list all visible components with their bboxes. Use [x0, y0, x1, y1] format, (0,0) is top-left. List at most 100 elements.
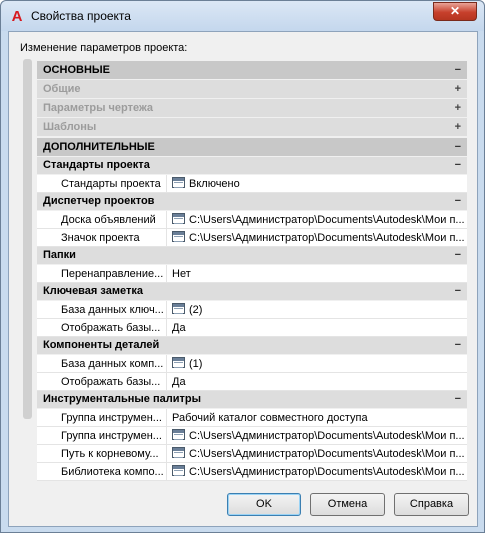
- vertical-scrollbar[interactable]: [23, 59, 32, 419]
- title-bar[interactable]: A Свойства проекта ✕: [1, 1, 484, 31]
- property-name: Отображать базы...: [37, 373, 167, 391]
- autocad-logo-icon: A: [11, 8, 23, 25]
- property-row[interactable]: Путь к корневому... C:\Users\Администрат…: [37, 445, 467, 463]
- collapse-icon[interactable]: −: [455, 61, 461, 79]
- property-value[interactable]: C:\Users\Администратор\Documents\Autodes…: [167, 463, 467, 481]
- close-button[interactable]: ✕: [433, 2, 477, 21]
- property-row[interactable]: Группа инструмен... Рабочий каталог совм…: [37, 409, 467, 427]
- group-project-manager[interactable]: Диспетчер проектов −: [37, 193, 467, 210]
- ok-button[interactable]: OK: [227, 493, 301, 516]
- section-templates-label: Шаблоны: [43, 121, 97, 133]
- dialog-body: Изменение параметров проекта: ОСНОВНЫЕ −…: [8, 31, 478, 527]
- property-row[interactable]: База данных ключ... (2): [37, 301, 467, 319]
- property-value[interactable]: C:\Users\Администратор\Documents\Autodes…: [167, 445, 467, 463]
- section-drawing-label: Параметры чертежа: [43, 102, 154, 114]
- property-value[interactable]: (2): [167, 301, 467, 319]
- property-value-text: C:\Users\Администратор\Documents\Autodes…: [189, 466, 465, 478]
- property-value[interactable]: C:\Users\Администратор\Documents\Autodes…: [167, 211, 467, 229]
- collapse-icon[interactable]: −: [455, 247, 461, 264]
- table-icon: [172, 357, 185, 368]
- property-value[interactable]: Включено: [167, 175, 467, 193]
- group-folders[interactable]: Папки −: [37, 247, 467, 264]
- property-list: ОСНОВНЫЕ − Общие + Параметры чертежа + Ш…: [37, 61, 467, 481]
- property-name: Доска объявлений: [37, 211, 167, 229]
- section-advanced[interactable]: ДОПОЛНИТЕЛЬНЫЕ −: [37, 138, 467, 156]
- property-row[interactable]: Доска объявлений C:\Users\Администратор\…: [37, 211, 467, 229]
- property-name: Значок проекта: [37, 229, 167, 247]
- property-value[interactable]: C:\Users\Администратор\Documents\Autodes…: [167, 427, 467, 445]
- group-label: Папки: [43, 249, 76, 261]
- group-label: Инструментальные палитры: [43, 393, 201, 405]
- property-value[interactable]: Нет: [167, 265, 467, 283]
- table-icon: [172, 213, 185, 224]
- group-label: Ключевая заметка: [43, 285, 143, 297]
- section-basic-label: ОСНОВНЫЕ: [43, 64, 110, 76]
- property-value-text: C:\Users\Администратор\Documents\Autodes…: [189, 430, 465, 442]
- section-general[interactable]: Общие +: [37, 80, 467, 98]
- property-name: Группа инструмен...: [37, 427, 167, 445]
- project-properties-dialog: A Свойства проекта ✕ Изменение параметро…: [0, 0, 485, 533]
- property-name: Библиотека компо...: [37, 463, 167, 481]
- property-value-text: C:\Users\Администратор\Documents\Autodes…: [189, 448, 465, 460]
- property-value-text: Да: [172, 322, 186, 334]
- expand-icon[interactable]: +: [455, 118, 461, 136]
- group-tool-palettes[interactable]: Инструментальные палитры −: [37, 391, 467, 408]
- table-icon: [172, 465, 185, 476]
- section-drawing[interactable]: Параметры чертежа +: [37, 99, 467, 117]
- section-general-label: Общие: [43, 83, 81, 95]
- property-row[interactable]: Библиотека компо... C:\Users\Администрат…: [37, 463, 467, 481]
- collapse-icon[interactable]: −: [455, 283, 461, 300]
- property-row[interactable]: Отображать базы... Да: [37, 319, 467, 337]
- property-name: База данных комп...: [37, 355, 167, 373]
- property-row[interactable]: Перенаправление... Нет: [37, 265, 467, 283]
- section-templates[interactable]: Шаблоны +: [37, 118, 467, 136]
- property-name: Отображать базы...: [37, 319, 167, 337]
- table-icon: [172, 231, 185, 242]
- property-value[interactable]: Рабочий каталог совместного доступа: [167, 409, 467, 427]
- collapse-icon[interactable]: −: [455, 157, 461, 174]
- expand-icon[interactable]: +: [455, 80, 461, 98]
- group-label: Диспетчер проектов: [43, 195, 155, 207]
- group-label: Стандарты проекта: [43, 159, 150, 171]
- collapse-icon[interactable]: −: [455, 138, 461, 156]
- property-value-text: Нет: [172, 268, 191, 280]
- property-row[interactable]: Стандарты проекта Включено: [37, 175, 467, 193]
- property-value[interactable]: (1): [167, 355, 467, 373]
- property-name: Путь к корневому...: [37, 445, 167, 463]
- property-value[interactable]: C:\Users\Администратор\Documents\Autodes…: [167, 229, 467, 247]
- property-value-text: Да: [172, 376, 186, 388]
- property-name: Перенаправление...: [37, 265, 167, 283]
- collapse-icon[interactable]: −: [455, 337, 461, 354]
- property-value-text: Рабочий каталог совместного доступа: [172, 412, 368, 424]
- property-row[interactable]: База данных комп... (1): [37, 355, 467, 373]
- dialog-buttons: OK Отмена Справка: [9, 492, 479, 522]
- property-value-text: C:\Users\Администратор\Documents\Autodes…: [189, 232, 465, 244]
- cancel-button[interactable]: Отмена: [310, 493, 385, 516]
- window-title: Свойства проекта: [31, 9, 131, 23]
- property-value-text: (1): [189, 358, 203, 370]
- collapse-icon[interactable]: −: [455, 193, 461, 210]
- table-icon: [172, 447, 185, 458]
- group-project-standards[interactable]: Стандарты проекта −: [37, 157, 467, 174]
- group-keynote[interactable]: Ключевая заметка −: [37, 283, 467, 300]
- section-advanced-label: ДОПОЛНИТЕЛЬНЫЕ: [43, 141, 155, 153]
- property-name: Стандарты проекта: [37, 175, 167, 193]
- property-row[interactable]: Значок проекта C:\Users\Администратор\Do…: [37, 229, 467, 247]
- table-icon: [172, 177, 185, 188]
- help-button[interactable]: Справка: [394, 493, 469, 516]
- property-value-text: (2): [189, 304, 203, 316]
- group-detail-components[interactable]: Компоненты деталей −: [37, 337, 467, 354]
- table-icon: [172, 429, 185, 440]
- property-value[interactable]: Да: [167, 319, 467, 337]
- property-grid: ОСНОВНЫЕ − Общие + Параметры чертежа + Ш…: [23, 59, 467, 487]
- table-icon: [172, 303, 185, 314]
- expand-icon[interactable]: +: [455, 99, 461, 117]
- section-basic[interactable]: ОСНОВНЫЕ −: [37, 61, 467, 79]
- collapse-icon[interactable]: −: [455, 391, 461, 408]
- property-name: База данных ключ...: [37, 301, 167, 319]
- property-value[interactable]: Да: [167, 373, 467, 391]
- property-value-text: Включено: [189, 178, 240, 190]
- property-value-text: C:\Users\Администратор\Documents\Autodes…: [189, 214, 465, 226]
- property-row[interactable]: Группа инструмен... C:\Users\Администрат…: [37, 427, 467, 445]
- property-row[interactable]: Отображать базы... Да: [37, 373, 467, 391]
